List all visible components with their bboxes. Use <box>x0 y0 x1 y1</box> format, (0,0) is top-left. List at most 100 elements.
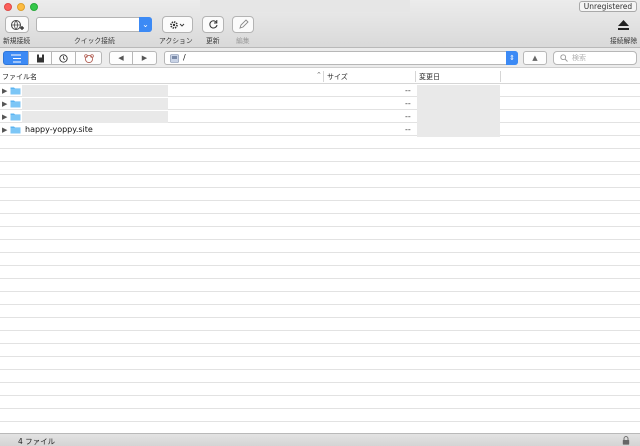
toolbar: Unregistered 新規接続 ⌄ クイック接続 アクション 更新 編集 接… <box>0 0 640 48</box>
edit-button[interactable] <box>232 16 254 33</box>
file-name: happy-yoppy.site <box>25 125 93 134</box>
empty-row <box>0 215 640 227</box>
column-header: ファイル名 ⌃ サイズ 変更日 <box>0 69 640 84</box>
bookmark-book-icon <box>36 54 44 62</box>
redacted-modified-date <box>417 124 500 137</box>
server-disk-icon <box>170 54 179 63</box>
close-window-button[interactable] <box>4 3 12 11</box>
sort-ascending-icon: ⌃ <box>316 71 322 79</box>
disclosure-triangle-icon[interactable]: ▶ <box>2 87 7 95</box>
bonjour-view-button[interactable] <box>75 51 102 65</box>
file-size: -- <box>405 86 411 95</box>
disconnect-button[interactable] <box>612 16 634 33</box>
empty-row <box>0 228 640 240</box>
search-placeholder: 検索 <box>572 54 586 62</box>
empty-row <box>0 202 640 214</box>
quick-connect-label: クイック接続 <box>74 37 115 45</box>
column-divider[interactable] <box>323 71 324 82</box>
empty-row <box>0 189 640 201</box>
minimize-window-button[interactable] <box>17 3 25 11</box>
window-title-area <box>200 0 410 12</box>
gear-icon <box>169 20 184 29</box>
disclosure-triangle-icon[interactable]: ▶ <box>2 126 7 134</box>
column-size[interactable]: サイズ <box>327 72 348 82</box>
column-divider[interactable] <box>500 71 501 82</box>
empty-row <box>0 332 640 344</box>
back-button[interactable]: ◀ <box>109 51 133 65</box>
globe-plus-icon <box>11 19 24 30</box>
action-button[interactable] <box>162 16 193 33</box>
search-icon <box>560 54 568 62</box>
history-view-button[interactable] <box>51 51 76 65</box>
column-filename[interactable]: ファイル名 <box>2 72 37 82</box>
edit-label: 編集 <box>236 37 250 45</box>
pencil-icon <box>238 19 249 29</box>
back-arrow-icon: ◀ <box>118 54 124 62</box>
empty-row <box>0 371 640 383</box>
lock-icon[interactable] <box>622 436 630 445</box>
column-modified[interactable]: 変更日 <box>419 72 440 82</box>
refresh-label: 更新 <box>206 37 220 45</box>
parent-directory-button[interactable]: ▲ <box>523 51 547 65</box>
empty-row <box>0 397 640 409</box>
new-connection-button[interactable] <box>5 16 29 33</box>
file-row[interactable]: ▶ -- <box>0 111 640 124</box>
file-count: 4 ファイル <box>18 437 56 446</box>
quick-connect-field[interactable]: ⌄ <box>36 17 152 32</box>
empty-row <box>0 345 640 357</box>
bonjour-icon <box>83 53 94 63</box>
new-connection-label: 新規接続 <box>3 37 31 45</box>
empty-row <box>0 384 640 396</box>
disconnect-label: 接続解除 <box>610 37 638 45</box>
disclosure-triangle-icon[interactable]: ▶ <box>2 113 7 121</box>
empty-row <box>0 280 640 292</box>
path-bar: ◀ ▶ / ⇕ ▲ 検索 <box>0 48 640 68</box>
unregistered-badge[interactable]: Unregistered <box>579 1 637 12</box>
empty-row <box>0 176 640 188</box>
empty-row <box>0 423 640 433</box>
action-label: アクション <box>159 37 193 45</box>
empty-row <box>0 293 640 305</box>
zoom-window-button[interactable] <box>30 3 38 11</box>
browser-view-button[interactable] <box>3 51 29 65</box>
empty-row <box>0 254 640 266</box>
redacted-modified-date <box>417 98 500 111</box>
chevron-down-icon[interactable]: ⌄ <box>139 17 152 32</box>
empty-row <box>0 137 640 149</box>
search-field[interactable]: 検索 <box>553 51 637 65</box>
disclosure-triangle-icon[interactable]: ▶ <box>2 100 7 108</box>
path-selector[interactable]: / ⇕ <box>164 51 518 65</box>
file-list[interactable]: ▶ -- ▶ -- ▶ -- ▶ happy-yoppy.site -- <box>0 85 640 433</box>
clock-icon <box>59 53 68 63</box>
file-row[interactable]: ▶ -- <box>0 85 640 98</box>
refresh-icon <box>208 20 217 29</box>
path-chevron-icon: ⇕ <box>506 51 518 65</box>
redacted-name <box>22 85 168 97</box>
redacted-name <box>22 98 168 110</box>
refresh-button[interactable] <box>202 16 224 33</box>
status-bar: 4 ファイル <box>0 433 640 446</box>
empty-row <box>0 410 640 422</box>
forward-button[interactable]: ▶ <box>132 51 157 65</box>
empty-row <box>0 358 640 370</box>
bookmarks-view-button[interactable] <box>28 51 52 65</box>
empty-row <box>0 306 640 318</box>
folder-icon <box>10 113 21 121</box>
file-size: -- <box>405 99 411 108</box>
folder-icon <box>10 87 21 95</box>
redacted-modified-date <box>417 111 500 124</box>
empty-row <box>0 150 640 162</box>
column-divider[interactable] <box>415 71 416 82</box>
empty-row <box>0 163 640 175</box>
redacted-name <box>22 111 168 123</box>
forward-arrow-icon: ▶ <box>141 54 148 62</box>
file-row[interactable]: ▶ happy-yoppy.site -- <box>0 124 640 137</box>
up-arrow-icon: ▲ <box>532 54 538 62</box>
outline-view-icon <box>11 54 21 62</box>
redacted-modified-date <box>417 85 500 98</box>
file-row[interactable]: ▶ -- <box>0 98 640 111</box>
empty-row <box>0 241 640 253</box>
eject-icon <box>617 19 629 30</box>
folder-icon <box>10 100 21 108</box>
current-path: / <box>183 53 186 62</box>
